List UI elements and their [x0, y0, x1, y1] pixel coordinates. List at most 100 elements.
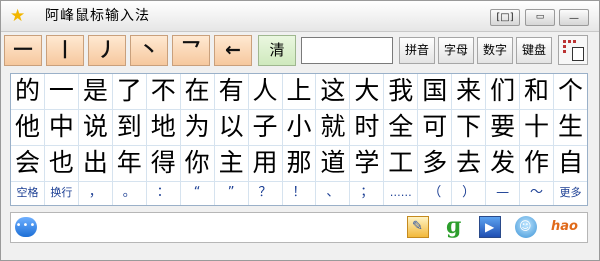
title-bar[interactable]: ★ 阿峰鼠标输入法 [□] ▭ — [1, 1, 599, 32]
ime-window: ★ 阿峰鼠标输入法 [□] ▭ — 一 丨 丿 丶 乛 ← 清 拼音 字母 数字… [0, 0, 600, 261]
close-quote-key[interactable]: ” [215, 182, 249, 205]
mini-mode-button[interactable]: [□] [490, 9, 520, 26]
candidate-char[interactable]: 上 [283, 74, 317, 109]
enumeration-comma-key[interactable]: 、 [316, 182, 351, 205]
candidate-char[interactable]: 全 [384, 110, 419, 145]
keyboard-mode-button[interactable]: 键盘 [516, 37, 552, 64]
tilde-key[interactable]: ～ [520, 182, 554, 205]
candidate-char[interactable]: 出 [79, 146, 113, 181]
exclamation-key[interactable]: ！ [283, 182, 317, 205]
candidate-char[interactable]: 说 [79, 110, 113, 145]
candidate-char[interactable]: 个 [554, 74, 587, 109]
minimize-icon: — [569, 13, 579, 24]
dash-key[interactable]: — [486, 182, 521, 205]
candidate-char[interactable]: 就 [316, 110, 351, 145]
candidate-char[interactable]: 也 [45, 146, 79, 181]
candidate-char[interactable]: 时 [350, 110, 385, 145]
candidate-char[interactable]: 年 [113, 146, 147, 181]
candidate-char[interactable]: 来 [452, 74, 487, 109]
stroke-button-dian[interactable]: 丶 [130, 35, 168, 66]
hao-icon[interactable]: hao [551, 216, 579, 238]
candidate-char[interactable]: 发 [486, 146, 521, 181]
candidate-char[interactable]: 我 [384, 74, 419, 109]
space-key[interactable]: 空格 [11, 182, 45, 205]
ellipsis-key[interactable]: …… [384, 182, 419, 205]
candidate-char[interactable]: 大 [350, 74, 385, 109]
candidate-char[interactable]: 主 [215, 146, 249, 181]
candidate-char[interactable]: 了 [113, 74, 147, 109]
grid-cursor-button[interactable] [558, 35, 588, 65]
stroke-button-shu[interactable]: 丨 [46, 35, 84, 66]
more-symbols-key[interactable]: 更多 [554, 182, 587, 205]
candidate-char[interactable]: 会 [11, 146, 45, 181]
backspace-button[interactable]: ← [214, 35, 252, 66]
candidate-char[interactable]: 你 [181, 146, 215, 181]
candidate-grid: 的 一 是 了 不 在 有 人 上 这 大 我 国 来 们 和 个 他 中 说 … [10, 73, 588, 206]
minimize-button[interactable]: — [559, 9, 589, 26]
window-title: 阿峰鼠标输入法 [45, 8, 150, 24]
candidate-char[interactable]: 小 [283, 110, 317, 145]
candidate-char[interactable]: 在 [181, 74, 215, 109]
candidate-char[interactable]: 子 [249, 110, 283, 145]
candidate-char[interactable]: 一 [45, 74, 79, 109]
open-quote-key[interactable]: “ [181, 182, 215, 205]
candidate-char[interactable]: 以 [215, 110, 249, 145]
stroke-button-heng[interactable]: 一 [4, 35, 42, 66]
candidate-char[interactable]: 他 [11, 110, 45, 145]
candidate-char[interactable]: 下 [452, 110, 487, 145]
candidate-char[interactable]: 自 [554, 146, 587, 181]
restore-button[interactable]: ▭ [525, 9, 555, 26]
status-bar: ••• ✎ ɡ ▶ ☺ hao [10, 212, 588, 243]
candidate-char[interactable]: 们 [486, 74, 521, 109]
number-mode-button[interactable]: 数字 [477, 37, 513, 64]
stroke-button-pie[interactable]: 丿 [88, 35, 126, 66]
candidate-char[interactable]: 得 [147, 146, 181, 181]
candidate-char[interactable]: 作 [520, 146, 554, 181]
candidate-char[interactable]: 工 [384, 146, 419, 181]
restore-icon: ▭ [535, 12, 545, 22]
candidate-char[interactable]: 那 [283, 146, 317, 181]
refresh-icon[interactable]: ɡ [443, 214, 465, 238]
candidate-row-2: 他 中 说 到 地 为 以 子 小 就 时 全 可 下 要 十 生 [11, 110, 587, 146]
question-key[interactable]: ？ [249, 182, 283, 205]
candidate-char[interactable]: 道 [316, 146, 351, 181]
clear-button[interactable]: 清 [258, 35, 296, 66]
pinyin-mode-button[interactable]: 拼音 [399, 37, 435, 64]
candidate-char[interactable]: 学 [350, 146, 385, 181]
colon-key[interactable]: ： [147, 182, 181, 205]
candidate-row-1: 的 一 是 了 不 在 有 人 上 这 大 我 国 来 们 和 个 [11, 74, 587, 110]
candidate-row-3: 会 也 出 年 得 你 主 用 那 道 学 工 多 去 发 作 自 [11, 146, 587, 182]
candidate-char[interactable]: 可 [418, 110, 453, 145]
candidate-char[interactable]: 多 [418, 146, 453, 181]
candidate-char[interactable]: 和 [520, 74, 554, 109]
mascot-icon[interactable]: ☺ [515, 216, 537, 238]
open-paren-key[interactable]: （ [418, 182, 453, 205]
candidate-char[interactable]: 不 [147, 74, 181, 109]
candidate-char[interactable]: 要 [486, 110, 521, 145]
candidate-char[interactable]: 地 [147, 110, 181, 145]
video-icon[interactable]: ▶ [479, 216, 501, 238]
chat-icon[interactable]: ••• [15, 217, 37, 237]
comma-key[interactable]: ， [79, 182, 113, 205]
period-key[interactable]: 。 [113, 182, 147, 205]
candidate-char[interactable]: 这 [316, 74, 351, 109]
candidate-char[interactable]: 用 [249, 146, 283, 181]
stroke-button-zhe[interactable]: 乛 [172, 35, 210, 66]
close-paren-key[interactable]: ） [452, 182, 487, 205]
candidate-char[interactable]: 十 [520, 110, 554, 145]
newline-key[interactable]: 换行 [45, 182, 79, 205]
candidate-char[interactable]: 去 [452, 146, 487, 181]
stroke-input-field[interactable] [301, 37, 393, 64]
candidate-char[interactable]: 中 [45, 110, 79, 145]
candidate-char[interactable]: 人 [249, 74, 283, 109]
candidate-char[interactable]: 是 [79, 74, 113, 109]
candidate-char[interactable]: 的 [11, 74, 45, 109]
candidate-char[interactable]: 国 [418, 74, 453, 109]
candidate-char[interactable]: 有 [215, 74, 249, 109]
letter-mode-button[interactable]: 字母 [438, 37, 474, 64]
semicolon-key[interactable]: ； [350, 182, 385, 205]
candidate-char[interactable]: 为 [181, 110, 215, 145]
candidate-char[interactable]: 生 [554, 110, 587, 145]
notepad-icon[interactable]: ✎ [407, 216, 429, 238]
candidate-char[interactable]: 到 [113, 110, 147, 145]
